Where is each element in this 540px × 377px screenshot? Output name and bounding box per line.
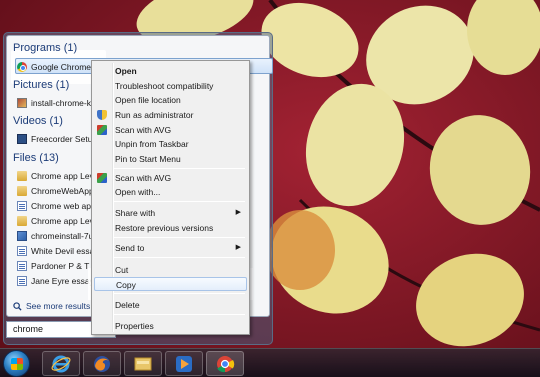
installer-icon: [17, 231, 27, 241]
menu-item-label: Send to: [115, 243, 145, 253]
menu-item-delete[interactable]: Delete: [94, 298, 247, 312]
document-icon: [17, 201, 27, 211]
menu-item-pin-start[interactable]: Pin to Start Menu: [94, 152, 247, 166]
menu-item-unpin-taskbar[interactable]: Unpin from Taskbar: [94, 137, 247, 151]
folder-icon: [17, 171, 27, 181]
result-label: Chrome app Lev: [31, 216, 94, 226]
result-picture[interactable]: install-chrome-k: [17, 96, 97, 110]
result-label: Pardoner P & T: [31, 261, 90, 271]
group-title-pictures[interactable]: Pictures (1): [13, 79, 69, 91]
media-player-icon: [176, 355, 192, 372]
submenu-arrow-icon: ▶: [235, 244, 241, 251]
media-player-button[interactable]: [165, 351, 203, 376]
taskbar: [0, 348, 540, 377]
menu-item-label: Scan with AVG: [115, 173, 172, 183]
menu-item-restore-versions[interactable]: Restore previous versions: [94, 221, 247, 235]
chrome-button[interactable]: [206, 351, 244, 376]
see-more-label: See more results: [26, 301, 91, 311]
result-file[interactable]: Pardoner P & T: [17, 259, 97, 273]
internet-explorer-button[interactable]: [42, 351, 80, 376]
document-icon: [17, 261, 27, 271]
result-file[interactable]: Chrome app Lev: [17, 214, 97, 228]
firefox-button[interactable]: [83, 351, 121, 376]
result-label: Chrome web app: [31, 201, 96, 211]
start-orb[interactable]: [3, 350, 30, 377]
avg-icon: [97, 125, 107, 135]
menu-item-send-to[interactable]: Send to ▶: [94, 241, 247, 255]
chrome-icon: [17, 62, 27, 72]
result-file[interactable]: Chrome web app: [17, 199, 97, 213]
menu-item-troubleshoot[interactable]: Troubleshoot compatibility: [94, 79, 247, 93]
chrome-icon: [217, 355, 235, 372]
menu-item-label: Run as administrator: [115, 110, 194, 120]
video-icon: [17, 134, 27, 144]
menu-separator: [114, 257, 245, 258]
image-icon: [17, 98, 27, 108]
menu-item-scan-avg-2[interactable]: Scan with AVG: [94, 171, 247, 185]
folder-icon: [17, 216, 27, 226]
avg-icon: [97, 173, 107, 183]
internet-explorer-icon: [51, 355, 71, 372]
search-icon: [13, 301, 22, 311]
see-more-results-link[interactable]: See more results: [13, 301, 90, 311]
menu-item-run-as-admin[interactable]: Run as administrator: [94, 108, 247, 122]
result-label: Chrome app Lev: [31, 171, 94, 181]
menu-separator: [114, 237, 245, 238]
menu-item-open-with[interactable]: Open with...: [94, 185, 247, 199]
menu-item-scan-avg[interactable]: Scan with AVG: [94, 123, 247, 137]
menu-separator: [114, 201, 245, 202]
group-title-videos[interactable]: Videos (1): [13, 115, 63, 127]
folder-icon: [17, 186, 27, 196]
result-file[interactable]: Jane Eyre essay p: [17, 274, 97, 288]
document-icon: [17, 276, 27, 286]
result-label: White Devil essay: [31, 246, 97, 256]
document-icon: [17, 246, 27, 256]
group-title-programs[interactable]: Programs (1): [13, 42, 77, 54]
result-label: chromeinstall-7u: [31, 231, 94, 241]
menu-separator: [114, 168, 245, 169]
result-label: install-chrome-k: [31, 98, 91, 108]
result-file[interactable]: ChromeWebApp: [17, 184, 97, 198]
result-google-chrome[interactable]: Google Chrome: [17, 60, 97, 74]
context-menu: Open Troubleshoot compatibility Open fil…: [91, 60, 250, 335]
shield-icon: [97, 110, 107, 120]
result-label: Google Chrome: [31, 62, 92, 72]
menu-item-properties[interactable]: Properties: [94, 319, 247, 333]
submenu-arrow-icon: ▶: [235, 209, 241, 216]
menu-item-open[interactable]: Open: [94, 64, 247, 78]
file-explorer-button[interactable]: [124, 351, 162, 376]
result-label: Freecorder Setup: [31, 134, 97, 144]
result-file[interactable]: chromeinstall-7u: [17, 229, 97, 243]
menu-separator: [114, 314, 245, 315]
menu-item-label: Scan with AVG: [115, 125, 172, 135]
menu-separator: [114, 293, 245, 294]
menu-item-copy[interactable]: Copy: [94, 277, 247, 291]
menu-item-open-file-location[interactable]: Open file location: [94, 93, 247, 107]
result-label: ChromeWebApp: [31, 186, 94, 196]
result-video[interactable]: Freecorder Setup: [17, 132, 97, 146]
menu-item-cut[interactable]: Cut: [94, 263, 247, 277]
group-title-files[interactable]: Files (13): [13, 152, 59, 164]
file-explorer-icon: [134, 357, 152, 370]
menu-item-share-with[interactable]: Share with ▶: [94, 206, 247, 220]
result-file[interactable]: White Devil essay: [17, 244, 97, 258]
firefox-icon: [94, 355, 110, 372]
menu-item-label: Share with: [115, 208, 156, 218]
result-file[interactable]: Chrome app Lev: [17, 169, 97, 183]
